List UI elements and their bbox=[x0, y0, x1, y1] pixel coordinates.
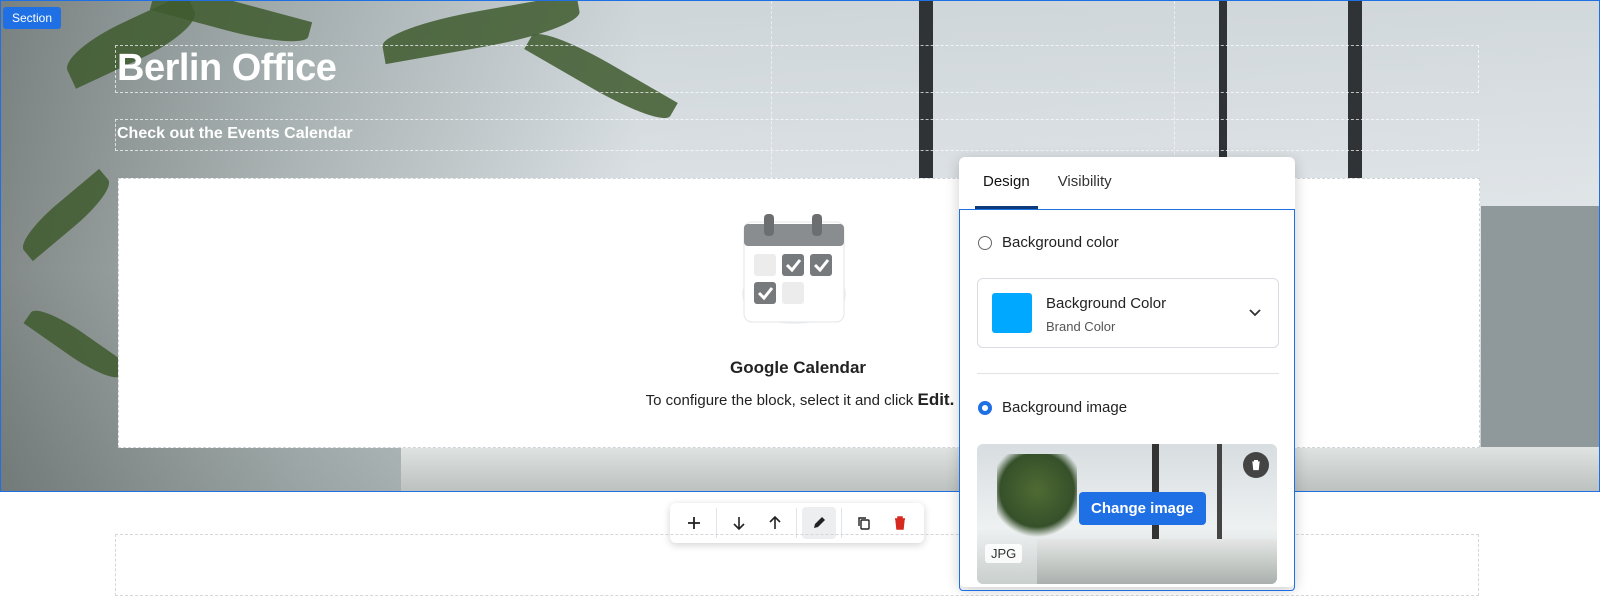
copy-icon bbox=[858, 517, 870, 530]
preview-plant bbox=[997, 454, 1077, 544]
color-card-title: Background Color bbox=[1046, 295, 1167, 312]
calendar-icon bbox=[742, 214, 846, 324]
plant-leaf bbox=[23, 301, 129, 387]
background-color-label: Background color bbox=[1002, 234, 1119, 251]
color-swatch bbox=[992, 293, 1032, 333]
preview-desk bbox=[1037, 539, 1277, 584]
arrow-up-icon bbox=[768, 515, 781, 529]
page-subtitle[interactable]: Check out the Events Calendar bbox=[117, 125, 353, 143]
instruction-text: To configure the block, select it and cl… bbox=[645, 392, 914, 409]
image-format-badge: JPG bbox=[985, 544, 1023, 563]
chevron-down-icon bbox=[1249, 309, 1261, 317]
panel-divider bbox=[977, 373, 1279, 374]
background-color-select[interactable]: Background Color Brand Color bbox=[977, 278, 1279, 348]
calendar-block-title: Google Calendar bbox=[729, 358, 867, 377]
background-image-option[interactable]: Background image bbox=[978, 399, 1127, 416]
plus-icon bbox=[687, 517, 700, 529]
trash-icon bbox=[895, 516, 906, 530]
edit-keyword: Edit. bbox=[917, 390, 955, 409]
pencil-icon bbox=[814, 517, 826, 528]
background-building bbox=[1481, 206, 1599, 456]
color-card-subtitle: Brand Color bbox=[1046, 319, 1116, 334]
background-image-label: Background image bbox=[1002, 399, 1128, 416]
panel-tabs: Design Visibility bbox=[959, 157, 1295, 209]
background-image-preview: Change image JPG bbox=[977, 444, 1277, 584]
page-title[interactable]: Berlin Office bbox=[117, 47, 337, 90]
background-color-option[interactable]: Background color bbox=[978, 234, 1119, 251]
background-image-radio[interactable] bbox=[978, 400, 992, 415]
remove-image-button[interactable] bbox=[1243, 452, 1269, 478]
tab-design[interactable]: Design bbox=[975, 157, 1038, 209]
plant-leaf bbox=[14, 168, 118, 262]
arrow-down-icon bbox=[733, 517, 745, 531]
change-image-button[interactable]: Change image bbox=[1079, 492, 1206, 525]
background-color-radio[interactable] bbox=[978, 235, 992, 250]
trash-icon bbox=[1252, 459, 1260, 471]
tab-visibility[interactable]: Visibility bbox=[1050, 157, 1120, 209]
section-badge[interactable]: Section bbox=[3, 7, 62, 29]
